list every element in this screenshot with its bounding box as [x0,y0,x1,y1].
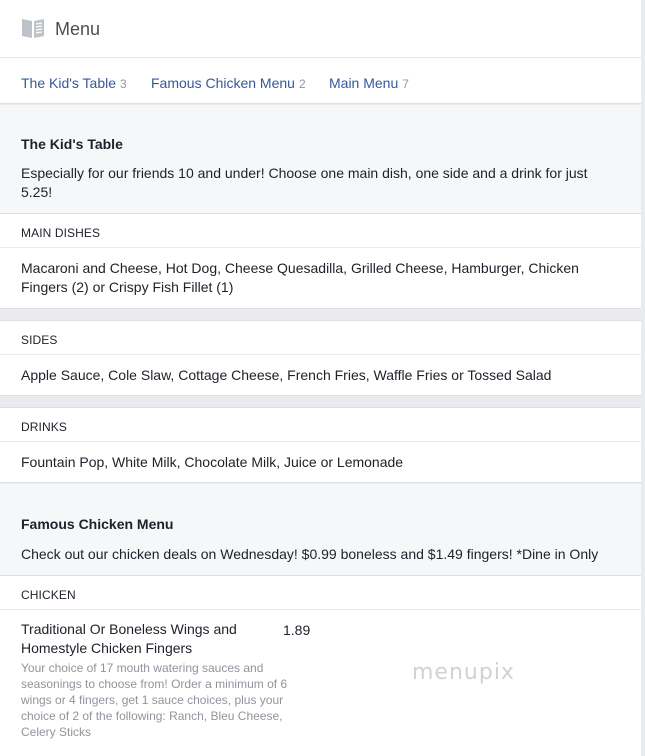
category-items: Fountain Pop, White Milk, Chocolate Milk… [0,442,641,483]
category-label: CHICKEN [21,588,76,602]
tab-famous-chicken-menu[interactable]: Famous Chicken Menu 2 [151,75,306,91]
section-description: Check out our chicken deals on Wednesday… [21,546,599,562]
book-icon [22,19,44,38]
category-items: Macaroni and Cheese, Hot Dog, Cheese Que… [0,248,641,309]
tab-count: 7 [402,77,409,91]
section-description: Especially for our friends 10 and under!… [21,165,588,200]
tab-count: 3 [120,77,127,91]
category-header: MAIN DISHES [0,213,641,248]
tab-label: Main Menu [329,75,399,91]
item-description: Your choice of 17 mouth watering sauces … [21,661,288,739]
kids-section-header: The Kid's Table Especially for our frien… [0,105,641,213]
tab-kids-table[interactable]: The Kid's Table 3 [21,75,127,91]
item-price: 1.89 [283,622,311,638]
items-text: Apple Sauce, Cole Slaw, Cottage Cheese, … [21,367,552,383]
tab-count: 2 [298,77,306,91]
page-title: Menu [55,19,101,39]
category-header: DRINKS [0,407,641,442]
category-items: Apple Sauce, Cole Slaw, Cottage Cheese, … [0,355,641,396]
category-label: MAIN DISHES [21,226,101,240]
category-label: DRINKS [21,420,67,434]
chicken-section-header: Famous Chicken Menu Check out our chicke… [0,484,641,575]
tab-main-menu[interactable]: Main Menu 7 [329,75,409,91]
tab-label: Famous Chicken Menu [151,75,295,91]
tab-label: The Kid's Table [21,75,117,91]
section-title: Famous Chicken Menu [21,516,174,532]
section-tabs: The Kid's Table 3 Famous Chicken Menu 2 Ma… [0,58,641,104]
items-text: Macaroni and Cheese, Hot Dog, Cheese Que… [21,260,579,295]
menupix-watermark: menupix [412,660,515,685]
menu-item: Traditional Or Boneless Wings and Homest… [0,610,641,756]
item-name: Traditional Or Boneless Wings and Homest… [21,621,237,656]
category-header: SIDES [0,320,641,355]
menu-header: Menu [0,0,641,58]
category-label: SIDES [21,333,58,347]
items-text: Fountain Pop, White Milk, Chocolate Milk… [21,454,404,470]
section-title: The Kid's Table [21,136,123,152]
category-header: CHICKEN [0,575,641,610]
